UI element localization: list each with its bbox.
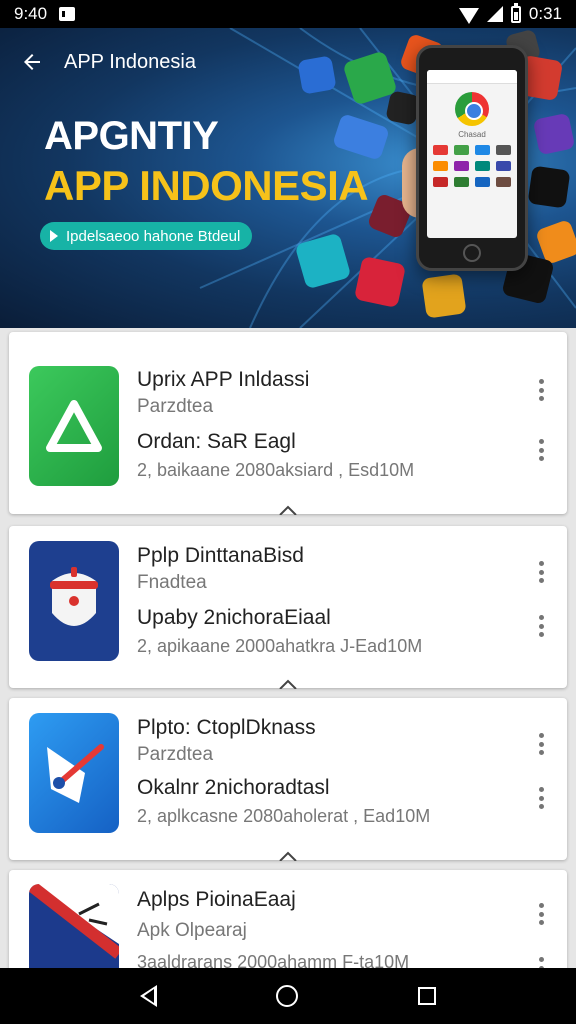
floating-app-icon [527, 165, 571, 209]
app-category: Fnadtea [137, 572, 207, 593]
play-arrow-icon [50, 230, 58, 242]
phone-screen-search: Chasad [458, 130, 486, 139]
expand-notch-icon[interactable] [279, 851, 297, 861]
phone-screen-bar [427, 70, 517, 84]
status-time-right: 0:31 [528, 4, 562, 23]
battery-icon [510, 2, 521, 23]
phone-illustration: Chasad [416, 45, 528, 271]
app-category: Apk Olpearaj [137, 920, 247, 941]
more-options-icon[interactable] [531, 900, 551, 928]
banner-headline: APGNTIY [44, 114, 219, 158]
app-card[interactable]: Aplps PioinaEaaj Apk Olpearaj 3aaldraran… [9, 870, 567, 994]
status-time-left: 9:40 [14, 4, 48, 23]
app-meta: 2, baikaane 2080aksiard , Esd10M [137, 460, 415, 480]
phone-home-button [463, 244, 481, 262]
app-title: Plpto: CtoplDknass [137, 716, 316, 739]
more-options-icon[interactable] [531, 436, 551, 464]
system-nav-bar [0, 968, 576, 1024]
expand-notch-icon[interactable] [279, 505, 297, 515]
back-button[interactable] [0, 40, 64, 84]
triangle-logo-icon [29, 366, 119, 486]
app-title: Aplps PioinaEaaj [137, 888, 296, 911]
more-options-icon[interactable] [531, 558, 551, 586]
app-title: Pplp DinttanaBisd [137, 544, 304, 567]
toolbar-title: APP Indonesia [64, 50, 196, 73]
app-meta: 2, aplkcasne 2080aholerat , Ead10M [137, 806, 431, 826]
signal-icon [486, 6, 503, 22]
arrow-back-icon [24, 54, 40, 70]
header-banner: APP Indonesia APGNTIY APP INDONESIA Ipde… [0, 28, 576, 328]
app-toolbar: APP Indonesia [0, 40, 196, 84]
app-subtitle: Okalnr 2nichoradtasl [137, 776, 330, 799]
app-subtitle: Ordan: SaR Eagl [137, 430, 296, 453]
app-card[interactable]: Plpto: CtoplDknass Parzdtea Okalnr 2nich… [9, 698, 567, 861]
banner-headline-highlight: APP INDONESIA [44, 162, 369, 209]
app-category: Parzdtea [137, 396, 214, 417]
app-card[interactable]: Pplp DinttanaBisd Fnadtea Upaby 2nichora… [9, 526, 567, 689]
more-options-icon[interactable] [531, 784, 551, 812]
banner-cta-pill[interactable]: Ipdelsaeoo hahone Btdeul [40, 222, 253, 250]
more-options-icon[interactable] [531, 612, 551, 640]
phone-screen: Chasad [427, 70, 517, 238]
app-card[interactable]: Uprix APP Inldassi Parzdtea Ordan: SaR E… [9, 332, 567, 515]
app-category: Parzdtea [137, 744, 214, 765]
floating-app-icon [353, 255, 407, 309]
floating-app-icon [297, 55, 337, 95]
wifi-icon [458, 8, 479, 24]
floating-app-icon [421, 273, 467, 319]
status-bar: 9:40 0:31 [0, 0, 576, 28]
app-title: Uprix APP Inldassi [137, 368, 310, 391]
floating-app-icon [532, 112, 576, 156]
banner-cta-label: Ipdelsaeoo hahone Btdeul [66, 227, 241, 245]
home-icon[interactable] [276, 985, 299, 1007]
swoosh-shield-icon [29, 713, 119, 833]
app-meta: 2, apikaane 2000ahatkra J-Ead10M [137, 636, 423, 656]
recents-icon[interactable] [418, 987, 437, 1005]
more-options-icon[interactable] [531, 730, 551, 758]
back-icon[interactable] [139, 985, 157, 1007]
browser-logo-icon [455, 92, 489, 126]
app-subtitle: Upaby 2nichoraEiaal [137, 606, 331, 629]
robot-mascot-icon [29, 541, 119, 661]
notification-icon [59, 7, 79, 21]
phone-app-grid [427, 139, 517, 193]
more-options-icon[interactable] [531, 376, 551, 404]
expand-notch-icon[interactable] [279, 679, 297, 689]
